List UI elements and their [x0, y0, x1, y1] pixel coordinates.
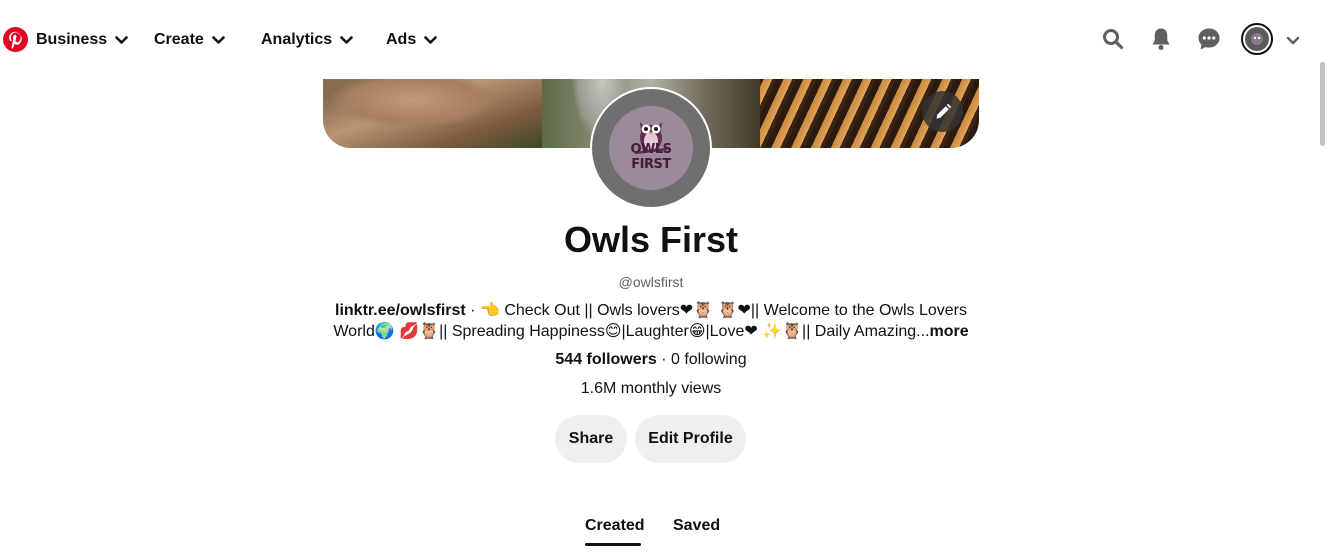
avatar-logo-text: OWLS FIRST — [630, 142, 672, 172]
profile-stats: 544 followers · 0 following — [0, 351, 1302, 369]
edit-profile-button[interactable]: Edit Profile — [635, 415, 746, 463]
profile-handle: @owlsfirst — [618, 274, 684, 290]
profile-bio: linktr.ee/owlsfirst · 👈 Check Out || Owl… — [318, 300, 984, 342]
page-scrollbar[interactable] — [1316, 0, 1330, 560]
nav-business-label: Business — [36, 31, 108, 48]
chevron-down-icon — [1286, 36, 1300, 45]
top-navigation: Business Create Analytics Ads — [0, 0, 1316, 79]
stats-separator: · — [656, 351, 671, 368]
bell-icon[interactable] — [1146, 24, 1176, 54]
chevron-down-icon — [340, 36, 353, 44]
share-button[interactable]: Share — [555, 415, 627, 463]
avatar-image: OWLS FIRST — [592, 89, 710, 207]
search-icon[interactable] — [1098, 24, 1128, 54]
chevron-down-icon — [424, 36, 438, 44]
monthly-views: 1.6M monthly views — [580, 380, 722, 397]
profile-name: Owls First — [563, 219, 739, 260]
bio-link[interactable]: linktr.ee/owlsfirst — [335, 302, 466, 319]
nav-create-label: Create — [154, 31, 204, 48]
tab-saved[interactable]: Saved — [673, 517, 720, 535]
edit-cover-button[interactable] — [922, 91, 963, 132]
owl-logo: OWLS FIRST — [609, 106, 693, 190]
bio-more-link[interactable]: more — [930, 323, 969, 340]
following-count[interactable]: 0 following — [671, 351, 747, 368]
active-tab-indicator — [585, 543, 641, 546]
chevron-down-icon — [212, 36, 225, 44]
nav-analytics-label: Analytics — [261, 31, 333, 48]
followers-count[interactable]: 544 followers — [555, 351, 656, 368]
account-menu-chevron[interactable] — [1286, 33, 1300, 51]
profile-avatar[interactable]: OWLS FIRST — [590, 87, 712, 209]
messages-icon[interactable] — [1194, 24, 1224, 54]
scrollbar-thumb[interactable] — [1320, 62, 1325, 146]
nav-ads-label: Ads — [386, 31, 417, 48]
pencil-icon — [936, 103, 951, 118]
nav-ads[interactable]: Ads — [386, 28, 438, 52]
nav-create[interactable]: Create — [154, 28, 225, 52]
account-avatar[interactable] — [1241, 23, 1273, 55]
avatar-image — [1245, 27, 1269, 51]
nav-analytics[interactable]: Analytics — [261, 28, 353, 52]
nav-business[interactable]: Business — [36, 28, 128, 52]
pinterest-logo-icon[interactable] — [3, 27, 28, 52]
chevron-down-icon — [115, 36, 128, 44]
tab-created[interactable]: Created — [585, 517, 645, 535]
